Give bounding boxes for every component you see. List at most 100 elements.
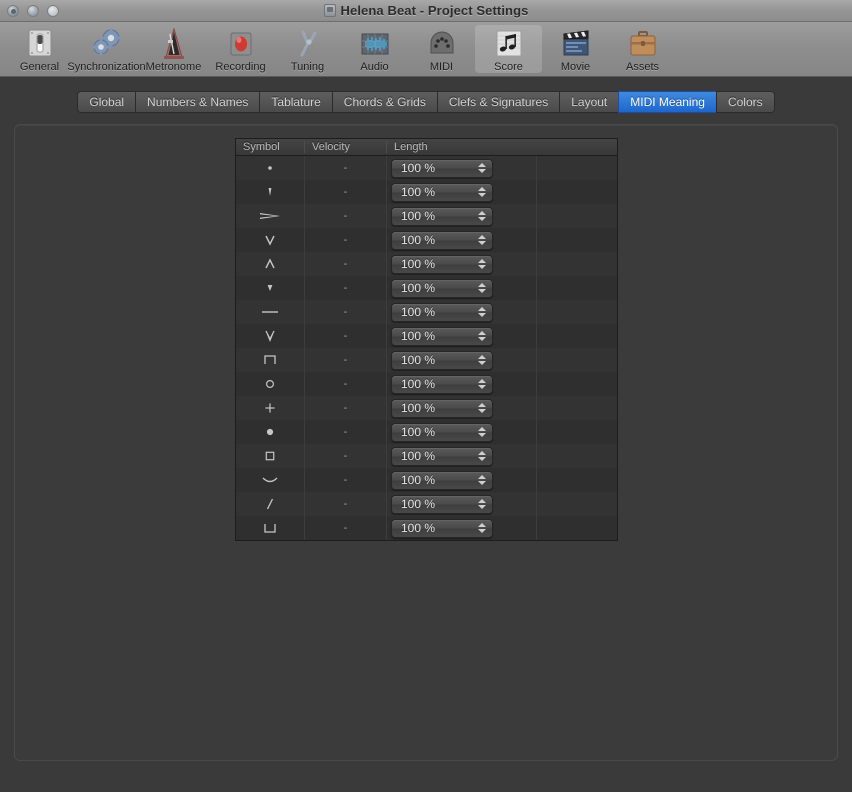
stepper-arrows-icon[interactable] <box>474 400 490 417</box>
length-stepper[interactable]: 100 % <box>391 519 493 538</box>
length-stepper[interactable]: 100 % <box>391 207 493 226</box>
settings-toolbar: General Synchronization <box>0 22 852 77</box>
table-row[interactable]: - 100 % <box>236 420 617 444</box>
stepper-arrows-icon[interactable] <box>474 448 490 465</box>
length-stepper[interactable]: 100 % <box>391 447 493 466</box>
length-cell: 100 % <box>386 324 536 348</box>
table-row[interactable]: - 100 % <box>236 444 617 468</box>
length-stepper[interactable]: 100 % <box>391 231 493 250</box>
stepper-arrows-icon[interactable] <box>474 520 490 537</box>
row-spacer <box>536 276 617 300</box>
stepper-arrows-icon[interactable] <box>474 352 490 369</box>
length-stepper[interactable]: 100 % <box>391 495 493 514</box>
toolbar-item-assets[interactable]: Assets <box>609 25 676 73</box>
stepper-arrows-icon[interactable] <box>474 376 490 393</box>
stepper-arrows-icon[interactable] <box>474 328 490 345</box>
stepper-arrows-icon[interactable] <box>474 424 490 441</box>
length-stepper[interactable]: 100 % <box>391 423 493 442</box>
tab-midi-meaning[interactable]: MIDI Meaning <box>618 91 716 113</box>
length-stepper[interactable]: 100 % <box>391 279 493 298</box>
length-value: 100 % <box>392 257 474 271</box>
tab-clefs-signatures[interactable]: Clefs & Signatures <box>437 91 559 113</box>
slash-symbol <box>236 492 304 516</box>
table-row[interactable]: - 100 % <box>236 180 617 204</box>
stepper-arrows-icon[interactable] <box>474 184 490 201</box>
length-cell: 100 % <box>386 444 536 468</box>
toolbar-item-audio[interactable]: Audio <box>341 25 408 73</box>
gears-icon <box>89 27 125 60</box>
toolbar-item-metronome[interactable]: Metronome <box>140 25 207 73</box>
length-stepper[interactable]: 100 % <box>391 327 493 346</box>
stepper-arrows-icon[interactable] <box>474 472 490 489</box>
stepper-arrows-icon[interactable] <box>474 280 490 297</box>
maximize-button[interactable] <box>47 5 59 17</box>
stepper-arrows-icon[interactable] <box>474 256 490 273</box>
row-spacer <box>536 180 617 204</box>
toolbar-item-synchronization[interactable]: Synchronization <box>73 25 140 73</box>
small-wedge-symbol <box>236 276 304 300</box>
length-cell: 100 % <box>386 420 536 444</box>
toolbar-item-movie[interactable]: Movie <box>542 25 609 73</box>
velocity-value: - <box>304 468 386 492</box>
window-controls <box>7 5 59 17</box>
table-row[interactable]: - 100 % <box>236 348 617 372</box>
clapperboard-icon <box>561 27 591 60</box>
stepper-arrows-icon[interactable] <box>474 160 490 177</box>
length-value: 100 % <box>392 473 474 487</box>
stepper-arrows-icon[interactable] <box>474 304 490 321</box>
toolbar-item-midi[interactable]: MIDI <box>408 25 475 73</box>
close-button[interactable] <box>7 5 19 17</box>
filled-dot-symbol <box>236 420 304 444</box>
length-cell: 100 % <box>386 204 536 228</box>
velocity-value: - <box>304 492 386 516</box>
tab-numbers-names[interactable]: Numbers & Names <box>135 91 259 113</box>
length-cell: 100 % <box>386 468 536 492</box>
length-stepper[interactable]: 100 % <box>391 375 493 394</box>
settings-tabbar: Global Numbers & Names Tablature Chords … <box>0 77 852 113</box>
velocity-value: - <box>304 372 386 396</box>
stepper-arrows-icon[interactable] <box>474 208 490 225</box>
length-cell: 100 % <box>386 180 536 204</box>
length-stepper[interactable]: 100 % <box>391 471 493 490</box>
toolbar-item-score[interactable]: Score <box>475 25 542 73</box>
table-row[interactable]: - 100 % <box>236 300 617 324</box>
length-stepper[interactable]: 100 % <box>391 159 493 178</box>
tab-global[interactable]: Global <box>77 91 135 113</box>
stepper-arrows-icon[interactable] <box>474 232 490 249</box>
minimize-button[interactable] <box>27 5 39 17</box>
table-row[interactable]: - 100 % <box>236 516 617 540</box>
table-header-row: Symbol Velocity Length <box>236 139 617 156</box>
accent-symbol <box>236 204 304 228</box>
table-row[interactable]: - 100 % <box>236 276 617 300</box>
length-value: 100 % <box>392 329 474 343</box>
velocity-value: - <box>304 228 386 252</box>
length-stepper[interactable]: 100 % <box>391 399 493 418</box>
toolbar-item-recording[interactable]: Recording <box>207 25 274 73</box>
length-stepper[interactable]: 100 % <box>391 351 493 370</box>
row-spacer <box>536 300 617 324</box>
stepper-arrows-icon[interactable] <box>474 496 490 513</box>
table-row[interactable]: - 100 % <box>236 468 617 492</box>
open-square-symbol <box>236 444 304 468</box>
table-row[interactable]: - 100 % <box>236 324 617 348</box>
toolbar-label: General <box>20 61 59 73</box>
table-row[interactable]: - 100 % <box>236 372 617 396</box>
toolbar-label: Synchronization <box>67 61 145 73</box>
toolbar-item-tuning[interactable]: Tuning <box>274 25 341 73</box>
tab-chords-grids[interactable]: Chords & Grids <box>332 91 437 113</box>
toolbar-item-general[interactable]: General <box>6 25 73 73</box>
table-row[interactable]: - 100 % <box>236 156 617 180</box>
table-row[interactable]: - 100 % <box>236 252 617 276</box>
length-stepper[interactable]: 100 % <box>391 183 493 202</box>
tab-tablature[interactable]: Tablature <box>259 91 331 113</box>
length-stepper[interactable]: 100 % <box>391 303 493 322</box>
length-cell: 100 % <box>386 156 536 180</box>
length-value: 100 % <box>392 377 474 391</box>
tab-colors[interactable]: Colors <box>716 91 775 113</box>
table-row[interactable]: - 100 % <box>236 204 617 228</box>
table-row[interactable]: - 100 % <box>236 492 617 516</box>
tab-layout[interactable]: Layout <box>559 91 618 113</box>
table-row[interactable]: - 100 % <box>236 396 617 420</box>
table-row[interactable]: - 100 % <box>236 228 617 252</box>
length-stepper[interactable]: 100 % <box>391 255 493 274</box>
